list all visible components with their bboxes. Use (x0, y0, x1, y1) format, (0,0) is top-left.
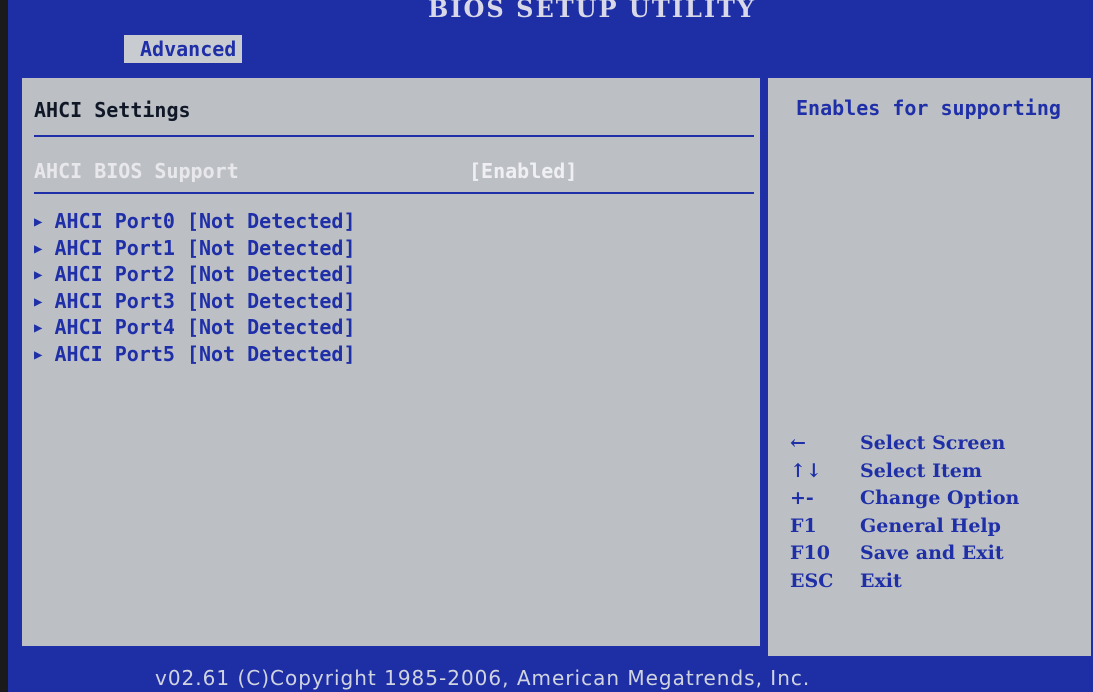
port-label: AHCI Port2 [Not Detected] (54, 262, 356, 286)
copyright-text: v02.61 (C)Copyright 1985-2006, American … (155, 666, 811, 690)
port-label: AHCI Port5 [Not Detected] (54, 341, 356, 366)
port-list: ▶ AHCI Port0 [Not Detected] ▶ AHCI Port1… (34, 208, 356, 367)
submenu-arrow-icon: ▶ (34, 267, 43, 283)
tab-advanced[interactable]: Advanced (124, 35, 243, 63)
port-label: AHCI Port1 [Not Detected] (54, 235, 356, 260)
port-item-3[interactable]: ▶ AHCI Port3 [Not Detected] (34, 288, 356, 315)
footer: v02.61 (C)Copyright 1985-2006, American … (8, 662, 1093, 692)
port-label: AHCI Port3 [Not Detected] (54, 288, 356, 313)
key-desc: Exit (860, 569, 902, 592)
submenu-arrow-icon: ▶ (34, 214, 43, 230)
divider-bottom (34, 192, 754, 194)
help-panel: Enables for supporting ← Select Screen ↑… (766, 76, 1093, 658)
title-bar: BIOS SETUP UTILITY (8, 0, 1093, 34)
key-up-down-arrows: ↑↓ (790, 459, 822, 482)
key-desc: Change Option (860, 487, 1020, 509)
key-desc: Select Item (860, 459, 982, 482)
key-left-arrow: ← (790, 432, 806, 454)
submenu-arrow-icon: ▶ (34, 320, 43, 336)
port-label: AHCI Port4 [Not Detected] (54, 315, 356, 339)
port-item-2[interactable]: ▶ AHCI Port2 [Not Detected] (34, 261, 356, 288)
bios-screen: BIOS SETUP UTILITY Advanced AHCI Setting… (8, 0, 1093, 692)
section-title: AHCI Settings (34, 98, 191, 122)
submenu-arrow-icon: ▶ (34, 240, 43, 257)
key-f10: F10 (790, 542, 830, 564)
port-item-0[interactable]: ▶ AHCI Port0 [Not Detected] (34, 208, 356, 235)
port-item-1[interactable]: ▶ AHCI Port1 [Not Detected] (34, 235, 356, 262)
port-item-4[interactable]: ▶ AHCI Port4 [Not Detected] (34, 314, 356, 341)
key-f1: F1 (790, 514, 817, 537)
submenu-arrow-icon: ▶ (34, 293, 43, 310)
port-label: AHCI Port0 [Not Detected] (54, 209, 356, 233)
divider-top (34, 135, 754, 137)
bios-title: BIOS SETUP UTILITY (428, 0, 757, 23)
setting-value[interactable]: [Enabled] (469, 156, 577, 186)
setting-ahci-bios-support[interactable]: AHCI BIOS Support [Enabled] (34, 156, 754, 186)
submenu-arrow-icon: ▶ (34, 346, 43, 363)
main-panel: AHCI Settings AHCI BIOS Support [Enabled… (20, 76, 762, 648)
key-plus-minus: +- (790, 487, 814, 509)
key-desc: Select Screen (860, 432, 1006, 454)
key-desc: Save and Exit (860, 542, 1004, 564)
setting-label: AHCI BIOS Support (34, 159, 239, 183)
help-text: Enables for supporting (796, 96, 1061, 120)
port-item-5[interactable]: ▶ AHCI Port5 [Not Detected] (34, 341, 356, 368)
key-desc: General Help (860, 514, 1001, 537)
key-esc: ESC (790, 569, 834, 592)
